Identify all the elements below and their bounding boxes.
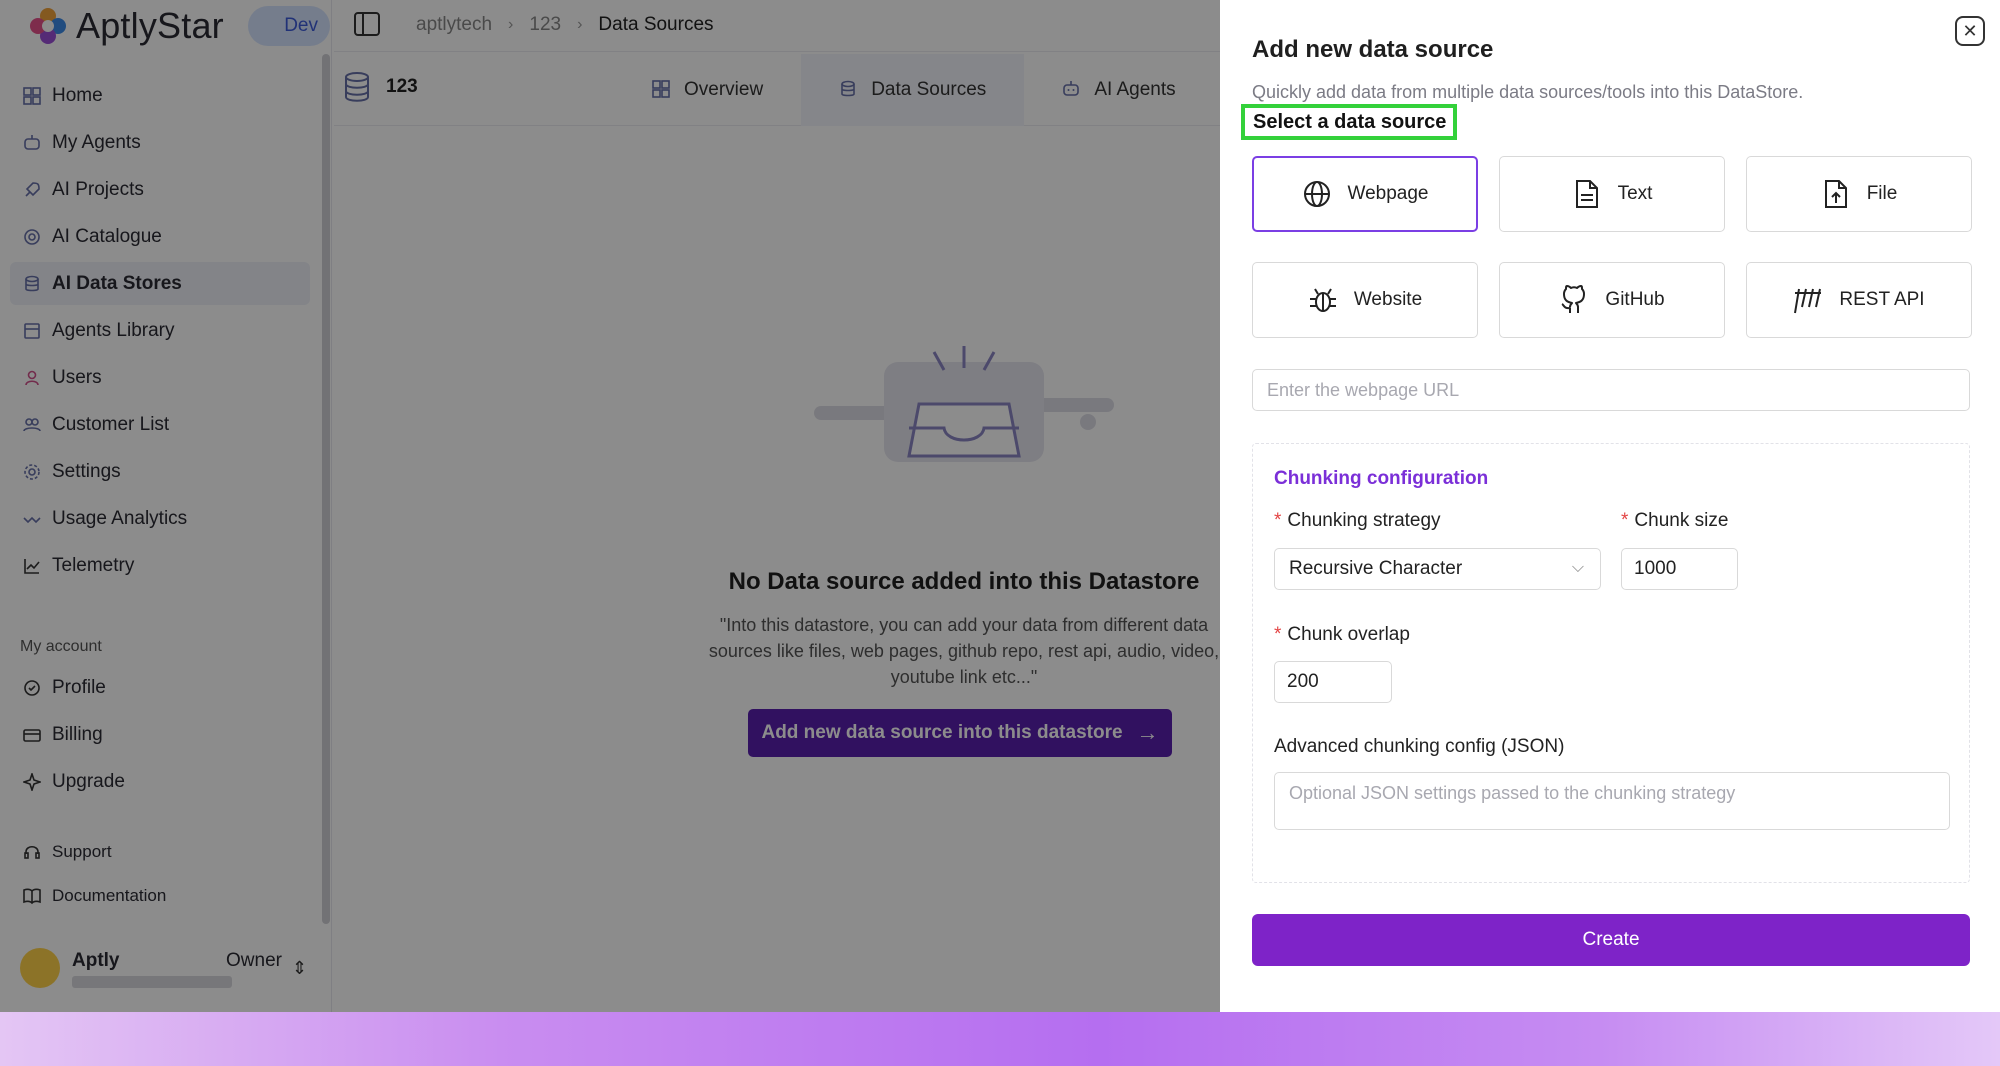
file-upload-icon	[1821, 179, 1851, 209]
source-option-file[interactable]: File	[1746, 156, 1972, 232]
chunk-size-label: * Chunk size	[1621, 510, 1728, 532]
modal-backdrop[interactable]	[0, 0, 1220, 1012]
source-option-text[interactable]: Text	[1499, 156, 1725, 232]
app-window: AptlyStar Dev Home My Agents AI Projects…	[0, 0, 2000, 1012]
source-option-label: Website	[1353, 289, 1423, 310]
select-data-source-label: Select a data source	[1241, 104, 1457, 140]
globe-icon	[1302, 179, 1332, 209]
required-asterisk: *	[1274, 510, 1282, 531]
required-asterisk: *	[1274, 624, 1282, 645]
source-option-label: Webpage	[1347, 183, 1429, 204]
label-text: Chunking strategy	[1287, 510, 1441, 531]
selected-value: Recursive Character	[1289, 558, 1463, 579]
webpage-url-input[interactable]	[1252, 369, 1970, 411]
close-icon[interactable]: ✕	[1955, 16, 1985, 46]
chevron-down-icon: ⌵	[1571, 559, 1584, 576]
advanced-chunking-label: Advanced chunking config (JSON)	[1274, 736, 1565, 757]
chunking-strategy-select[interactable]: Recursive Character ⌵	[1274, 548, 1601, 590]
drawer-title: Add new data source	[1252, 36, 1494, 63]
source-option-label: File	[1866, 183, 1898, 204]
source-option-label: GitHub	[1605, 289, 1665, 310]
source-option-website[interactable]: Website	[1252, 262, 1478, 338]
advanced-chunking-json-textarea[interactable]	[1274, 772, 1950, 830]
chunk-overlap-input[interactable]	[1274, 661, 1392, 703]
chunk-size-input[interactable]	[1621, 548, 1738, 590]
chunking-config-title: Chunking configuration	[1274, 468, 1489, 489]
bottom-gradient-strip	[0, 1012, 2000, 1066]
source-option-label: Text	[1617, 183, 1653, 204]
source-option-label: REST API	[1839, 289, 1925, 310]
required-asterisk: *	[1621, 510, 1629, 531]
label-text: Chunk overlap	[1287, 624, 1410, 645]
create-button[interactable]: Create	[1252, 914, 1970, 966]
source-option-rest-api[interactable]: REST API	[1746, 262, 1972, 338]
chunking-strategy-label: * Chunking strategy	[1274, 510, 1441, 532]
label-text: Chunk size	[1634, 510, 1729, 531]
chunk-overlap-label: * Chunk overlap	[1274, 624, 1410, 646]
api-icon	[1793, 285, 1823, 315]
source-option-github[interactable]: GitHub	[1499, 262, 1725, 338]
github-icon	[1559, 285, 1589, 315]
bug-icon	[1308, 285, 1338, 315]
drawer-description: Quickly add data from multiple data sour…	[1252, 82, 1804, 102]
source-option-webpage[interactable]: Webpage	[1252, 156, 1478, 232]
document-icon	[1572, 179, 1602, 209]
chunking-configuration-panel: Chunking configuration * Chunking strateg…	[1252, 443, 1970, 883]
add-data-source-drawer: ✕ Add new data source Quickly add data f…	[1220, 0, 2000, 1012]
